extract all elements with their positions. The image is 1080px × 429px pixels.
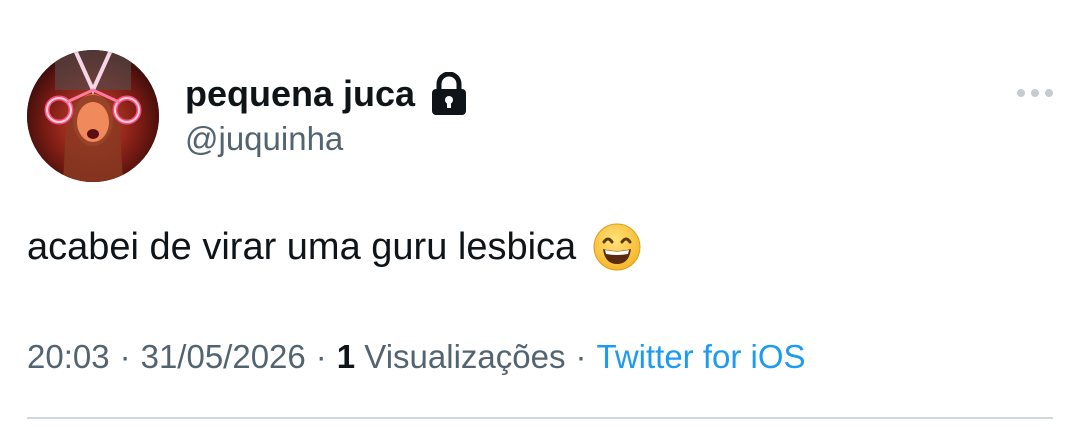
more-options-icon[interactable]: [1012, 80, 1058, 106]
source-link[interactable]: Twitter for iOS: [596, 338, 805, 375]
separator: ·: [119, 338, 131, 375]
divider: [27, 417, 1053, 419]
separator: ·: [315, 338, 327, 375]
separator: ·: [575, 338, 587, 375]
avatar-image: [27, 50, 159, 182]
author-handle[interactable]: @juquinha: [185, 120, 343, 158]
avatar[interactable]: [27, 50, 159, 182]
tweet-date[interactable]: 31/05/2026: [141, 338, 306, 375]
views-label[interactable]: Visualizações: [364, 338, 565, 375]
tweet-time[interactable]: 20:03: [27, 338, 110, 375]
author-name-row[interactable]: pequena juca: [185, 70, 469, 118]
author-display-name[interactable]: pequena juca: [185, 73, 415, 115]
tweet-text: acabei de virar uma guru lesbica: [27, 226, 577, 268]
tweet-metadata: 20:03 · 31/05/2026 · 1 Visualizações · Twitter…: [27, 336, 806, 378]
tweet-body: acabei de virar uma guru lesbica: [27, 222, 642, 272]
grinning-face-emoji-icon: [592, 222, 642, 272]
views-count[interactable]: 1: [337, 338, 355, 375]
lock-icon: [429, 71, 469, 116]
